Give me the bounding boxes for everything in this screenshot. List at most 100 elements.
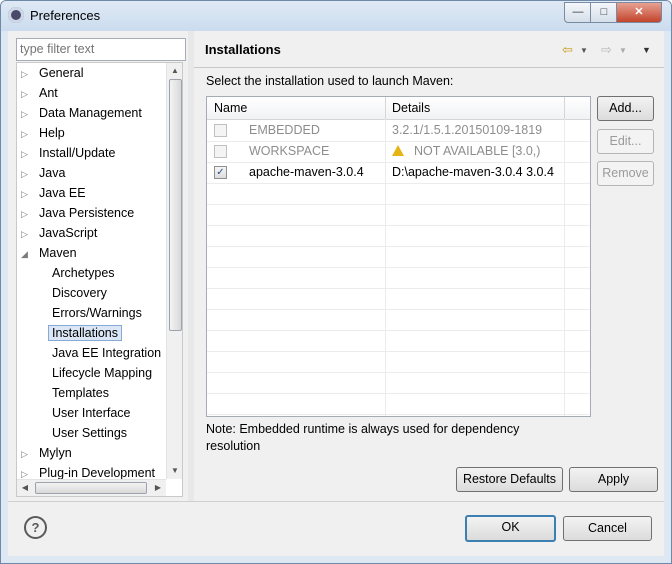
installation-details: 3.2.1/1.5.1.20150109-1819 xyxy=(392,120,542,141)
collapsed-triangle-icon[interactable]: ▷ xyxy=(21,85,33,104)
tree-item[interactable]: ▷ Ant xyxy=(21,84,58,103)
tree-item-label: User Interface xyxy=(52,406,131,420)
add-button[interactable]: Add... xyxy=(597,96,654,121)
tree-item[interactable]: Java EE Integration xyxy=(52,344,161,363)
collapsed-triangle-icon[interactable]: ▷ xyxy=(21,185,33,204)
scroll-down-icon[interactable]: ▼ xyxy=(167,463,182,479)
tree-item-label: Help xyxy=(39,126,65,140)
tree-item-label: Java xyxy=(39,166,66,180)
tree-horizontal-scrollbar[interactable]: ◀ ▶ xyxy=(17,479,166,496)
view-menu-icon[interactable]: ▼ xyxy=(642,45,651,55)
table-row[interactable]: WORKSPACE NOT AVAILABLE [3.0,) xyxy=(207,141,590,163)
tree-item[interactable]: Archetypes xyxy=(52,264,115,283)
forward-dropdown-icon[interactable]: ▼ xyxy=(619,46,627,55)
tree-item[interactable]: ▷ Mylyn xyxy=(21,444,72,463)
tree-item[interactable]: ▷ General xyxy=(21,64,83,83)
collapsed-triangle-icon[interactable]: ▷ xyxy=(21,225,33,244)
tree-item-label: Archetypes xyxy=(52,266,115,280)
tree-item-label: Lifecycle Mapping xyxy=(52,366,153,380)
preferences-window: Preferences — □ ✕ ▷ General ▷ Ant ▷ Data Mana… xyxy=(0,0,672,564)
table-header: Name Details xyxy=(207,97,590,120)
tree-item[interactable]: ▷ Java Persistence xyxy=(21,204,134,223)
tree-item[interactable]: ▷ Java xyxy=(21,164,65,183)
tree-item-label: JavaScript xyxy=(39,226,98,240)
tree-item[interactable]: Errors/Warnings xyxy=(52,304,142,323)
cancel-button[interactable]: Cancel xyxy=(563,516,652,541)
tree-item[interactable]: Installations xyxy=(48,324,123,343)
forward-arrow-icon[interactable]: ⇨ xyxy=(601,42,612,58)
minimize-button[interactable]: — xyxy=(564,2,592,23)
expanded-triangle-icon[interactable]: ◢ xyxy=(21,245,33,264)
tree-item[interactable]: ◢ Maven xyxy=(21,244,77,263)
ok-button[interactable]: OK xyxy=(465,515,556,542)
tree-item[interactable]: Discovery xyxy=(52,284,107,303)
edit-button[interactable]: Edit... xyxy=(597,129,654,154)
scroll-up-icon[interactable]: ▲ xyxy=(167,63,182,79)
scroll-right-icon[interactable]: ▶ xyxy=(150,480,166,496)
close-button[interactable]: ✕ xyxy=(616,2,662,23)
close-icon: ✕ xyxy=(634,6,644,18)
table-row[interactable]: EMBEDDED 3.2.1/1.5.1.20150109-1819 xyxy=(207,120,590,142)
title-bar[interactable]: Preferences — □ ✕ xyxy=(1,1,671,31)
collapsed-triangle-icon[interactable]: ▷ xyxy=(21,105,33,124)
apply-button[interactable]: Apply xyxy=(569,467,658,492)
scroll-thumb[interactable] xyxy=(169,79,182,331)
tree-item[interactable]: ▷ Install/Update xyxy=(21,144,115,163)
maximize-button[interactable]: □ xyxy=(590,2,618,23)
collapsed-triangle-icon[interactable]: ▷ xyxy=(21,165,33,184)
installation-details: D:\apache-maven-3.0.4 3.0.4 xyxy=(392,162,554,183)
installations-table[interactable]: Name Details EMBEDDED 3.2.1/1.5.1.2015010… xyxy=(206,96,591,417)
tree-item[interactable]: Templates xyxy=(52,384,109,403)
installation-details: NOT AVAILABLE [3.0,) xyxy=(392,141,540,162)
column-header-details[interactable]: Details xyxy=(385,97,565,119)
collapsed-triangle-icon[interactable]: ▷ xyxy=(21,125,33,144)
tree-item[interactable]: ▷ JavaScript xyxy=(21,224,97,243)
horizontal-scroll-thumb[interactable] xyxy=(35,482,147,494)
tree-item[interactable]: User Settings xyxy=(52,424,127,443)
table-row xyxy=(207,393,590,415)
installation-name: apache-maven-3.0.4 xyxy=(249,165,364,179)
scroll-left-icon[interactable]: ◀ xyxy=(17,480,33,496)
column-header-name[interactable]: Name xyxy=(207,97,386,119)
preference-tree[interactable]: ▷ General ▷ Ant ▷ Data Management ▷ Help ▷ Instal… xyxy=(16,62,183,497)
collapsed-triangle-icon[interactable]: ▷ xyxy=(21,445,33,464)
tree-item[interactable]: ▷ Data Management xyxy=(21,104,142,123)
tree-item-label: Java EE xyxy=(39,186,86,200)
window-title: Preferences xyxy=(30,8,101,23)
table-row xyxy=(207,372,590,394)
tree-item[interactable]: Lifecycle Mapping xyxy=(52,364,152,383)
tree-item-label: Java Persistence xyxy=(39,206,135,220)
tree-vertical-scrollbar[interactable]: ▲ ▼ xyxy=(166,63,182,479)
table-row xyxy=(207,183,590,205)
remove-button[interactable]: Remove xyxy=(597,161,654,186)
back-dropdown-icon[interactable]: ▼ xyxy=(580,46,588,55)
collapsed-triangle-icon[interactable]: ▷ xyxy=(21,65,33,84)
tree-item-label: Maven xyxy=(39,246,77,260)
preference-page: Installations ⇦ ▼ ⇨ ▼ ▼ Select the insta… xyxy=(194,31,664,501)
restore-defaults-button[interactable]: Restore Defaults xyxy=(456,467,563,492)
embedded-note: Note: Embedded runtime is always used fo… xyxy=(206,422,520,453)
help-icon[interactable]: ? xyxy=(24,516,47,539)
tree-item-label: General xyxy=(39,66,84,80)
tree-item[interactable]: ▷ Help xyxy=(21,124,65,143)
row-checkbox[interactable] xyxy=(214,124,227,137)
installation-name: WORKSPACE xyxy=(249,144,330,158)
tree-item-label: Java EE Integration xyxy=(52,346,162,360)
tree-item-label: Plug-in Development xyxy=(39,466,156,480)
table-row xyxy=(207,288,590,310)
tree-item-label: Discovery xyxy=(52,286,107,300)
tree-item-label: Errors/Warnings xyxy=(52,306,142,320)
collapsed-triangle-icon[interactable]: ▷ xyxy=(21,205,33,224)
tree-item[interactable]: ▷ Java EE xyxy=(21,184,86,203)
row-checkbox[interactable] xyxy=(214,145,227,158)
row-checkbox[interactable]: ✓ xyxy=(214,166,227,179)
table-row xyxy=(207,330,590,352)
table-row[interactable]: ✓ apache-maven-3.0.4 D:\apache-maven-3.0.4… xyxy=(207,162,590,184)
table-row xyxy=(207,351,590,373)
back-arrow-icon[interactable]: ⇦ xyxy=(562,42,573,58)
maximize-icon: □ xyxy=(600,6,608,18)
collapsed-triangle-icon[interactable]: ▷ xyxy=(21,145,33,164)
tree-item-label: Installations xyxy=(48,325,123,341)
tree-item[interactable]: User Interface xyxy=(52,404,131,423)
filter-input[interactable] xyxy=(16,38,186,61)
